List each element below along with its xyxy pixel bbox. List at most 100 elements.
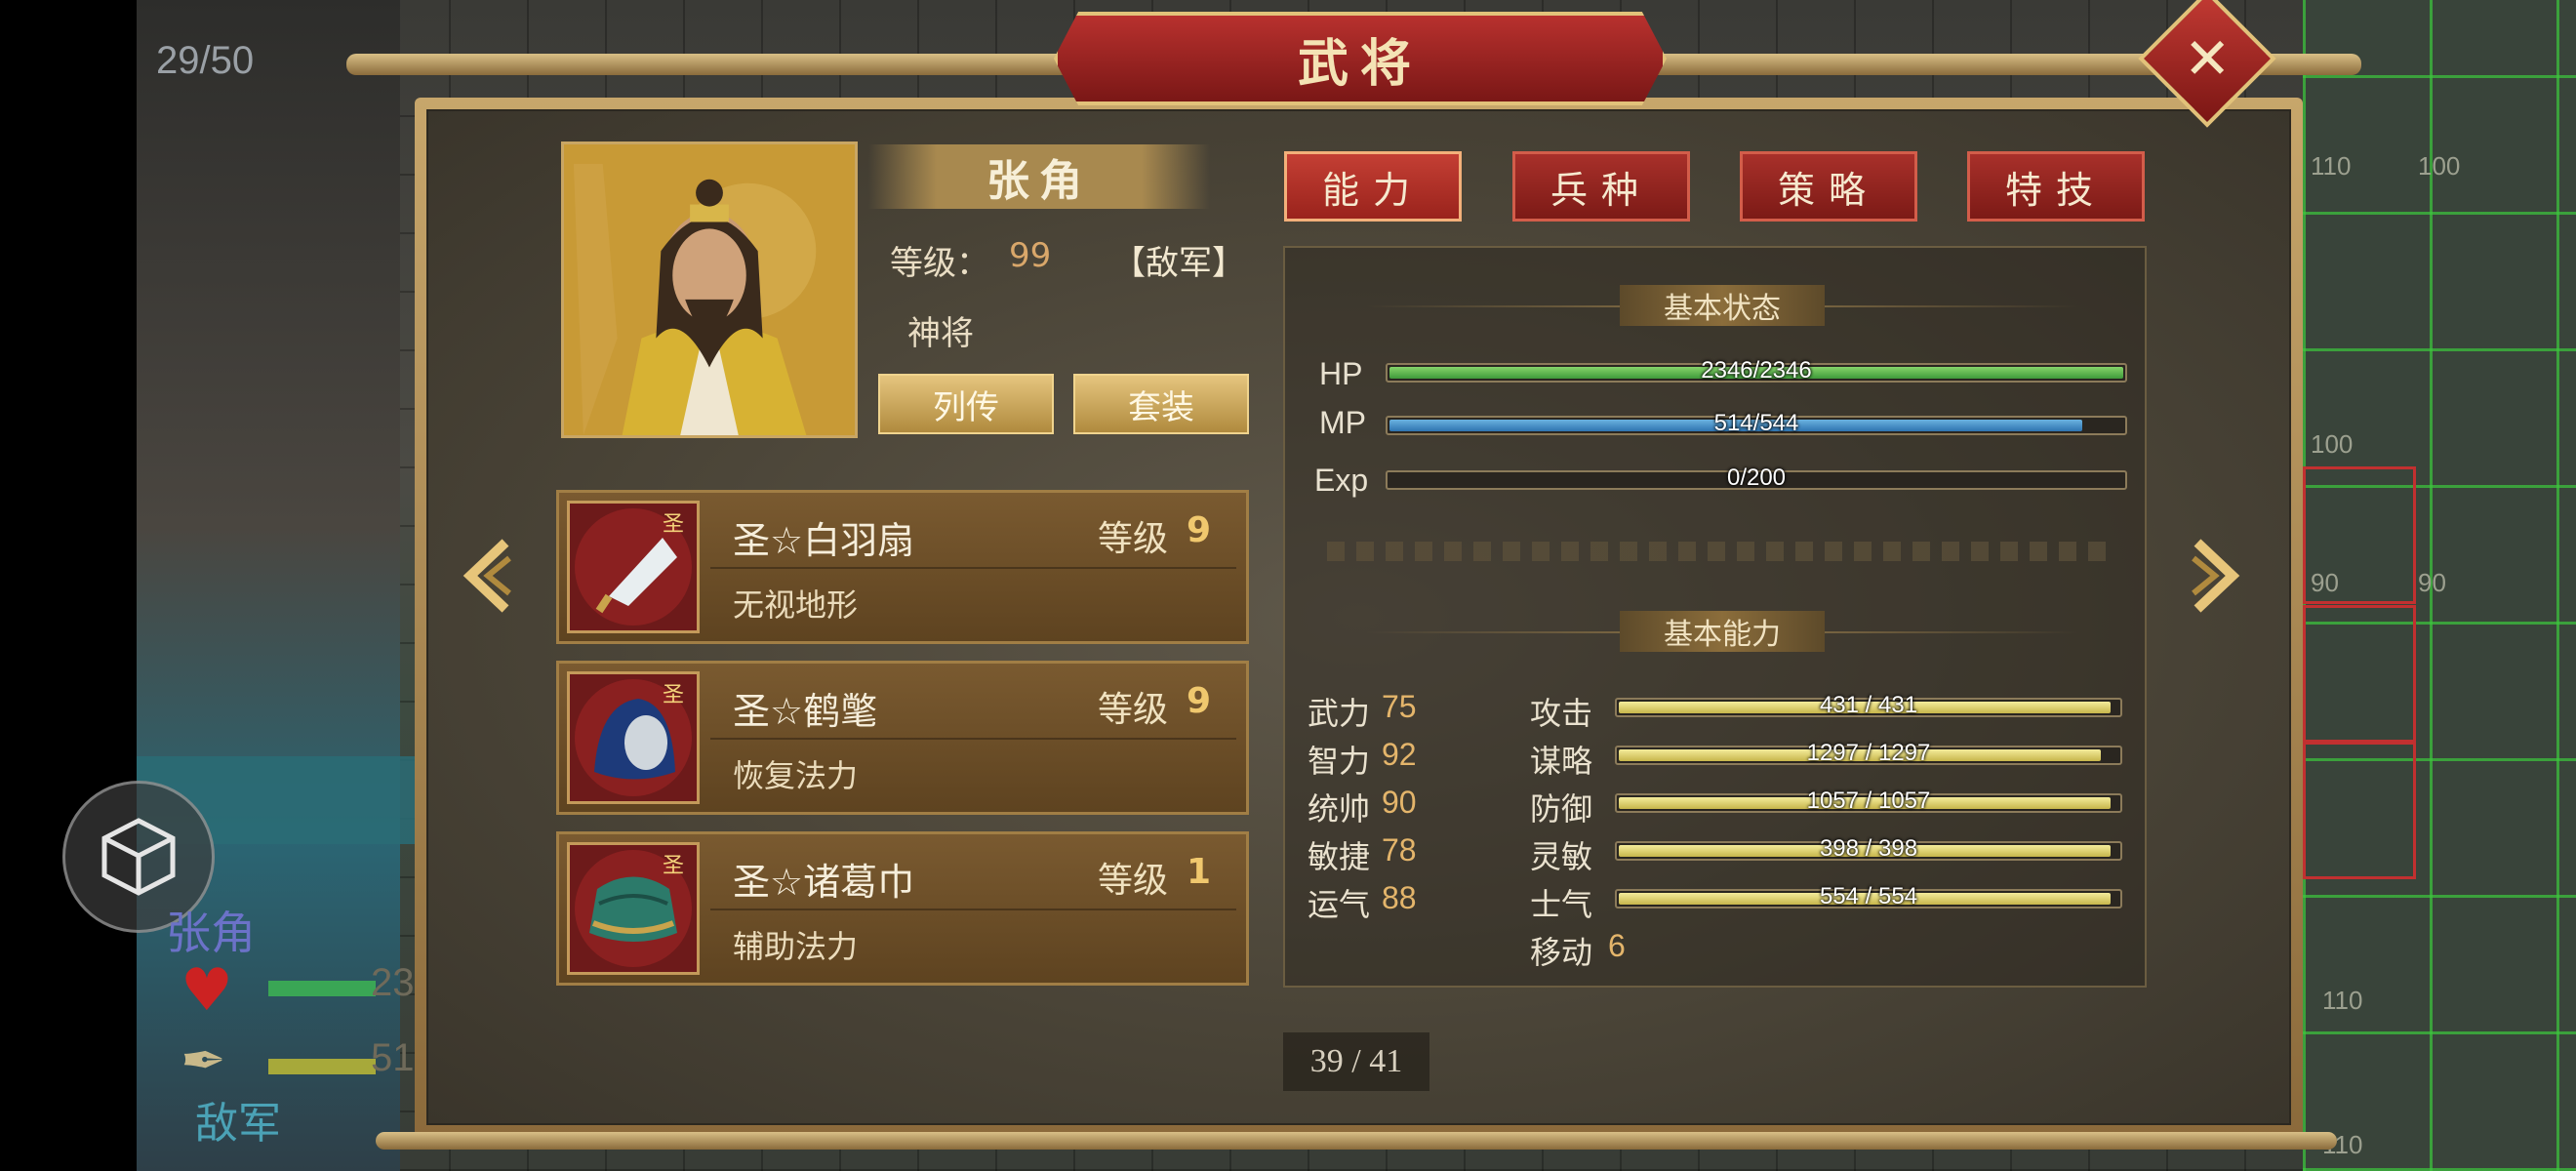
divider <box>710 909 1236 910</box>
grid-number: 100 <box>2311 429 2354 459</box>
equipment-card[interactable]: 圣 圣☆鹤氅 等级 9 恢复法力 <box>556 661 1249 815</box>
hp-value: 2346/2346 <box>1701 357 1812 384</box>
attribute-value: 88 <box>1382 880 1417 915</box>
equipment-effect: 恢复法力 <box>733 757 859 794</box>
biography-button[interactable]: 列传 <box>878 374 1054 434</box>
dialog-title: 武将 <box>1297 33 1423 94</box>
attribute-value: 78 <box>1382 832 1417 868</box>
grid-number: 90 <box>2311 568 2339 597</box>
attack-range-cell <box>2303 742 2416 879</box>
general-name: 张角 <box>986 156 1092 206</box>
unit-name-label: 张角 <box>166 907 256 959</box>
stat-name: 谋略 <box>1530 743 1593 780</box>
defense-value: 1057 / 1057 <box>1806 787 1931 814</box>
equipment-card[interactable]: 圣 圣☆诸葛巾 等级 1 辅助法力 <box>556 831 1249 986</box>
stat-name: 灵敏 <box>1530 838 1593 875</box>
bottom-rail <box>376 1132 2337 1150</box>
mp-label: MP <box>1319 405 1366 440</box>
equipment-card[interactable]: 圣 圣☆白羽扇 等级 9 无视地形 <box>556 490 1249 644</box>
unit-hp-partial: 23 <box>371 961 415 1004</box>
attribute-name: 运气 <box>1308 886 1371 923</box>
tab-strategy[interactable]: 策略 <box>1740 151 1917 222</box>
page-indicator: 39 / 41 <box>1283 1032 1429 1091</box>
portrait-image <box>564 144 855 435</box>
equipment-name: 圣☆白羽扇 <box>733 519 915 562</box>
grid-number: 110 <box>2311 151 2352 181</box>
grid-number: 100 <box>2418 151 2461 181</box>
svg-text:圣: 圣 <box>663 512 684 537</box>
equipment-effect: 辅助法力 <box>733 928 859 965</box>
rank-label: 神将 <box>907 314 974 353</box>
crane-cloak-icon: 圣 <box>567 671 700 804</box>
strategy-bar: 1297 / 1297 <box>1615 740 2122 766</box>
stat-name: 防御 <box>1530 790 1593 828</box>
divider <box>710 567 1236 569</box>
cube-icon <box>101 818 176 896</box>
move-label: 移动 <box>1530 934 1593 971</box>
unit-hp-mini-bar <box>268 981 376 996</box>
chevron-right-icon <box>2192 539 2240 613</box>
mp-bar: 514/544 <box>1386 410 2127 436</box>
level-label: 等级： <box>890 244 989 283</box>
morale-bar: 554 / 554 <box>1615 883 2122 909</box>
morale-value: 554 / 554 <box>1819 883 1918 909</box>
agility-value: 398 / 398 <box>1819 835 1918 862</box>
feather-fan-icon: 圣 <box>567 501 700 633</box>
stat-name: 士气 <box>1530 886 1593 923</box>
attack-bar: 431 / 431 <box>1615 692 2122 718</box>
attribute-value: 90 <box>1382 785 1417 820</box>
equipment-effect: 无视地形 <box>733 586 859 624</box>
chevron-left-icon <box>463 539 511 613</box>
equipment-set-button[interactable]: 套装 <box>1073 374 1249 434</box>
stat-name: 攻击 <box>1530 695 1593 732</box>
unit-mp-partial: 51 <box>371 1036 415 1079</box>
hp-bar: 2346/2346 <box>1386 357 2127 384</box>
decorative-border <box>1327 542 2117 561</box>
dialog-title-plate: 武将 <box>1054 12 1667 105</box>
previous-general-button[interactable] <box>459 537 517 615</box>
attribute-value: 75 <box>1382 689 1417 724</box>
agility-bar: 398 / 398 <box>1615 835 2122 862</box>
exp-label: Exp <box>1314 463 1369 498</box>
mp-value: 514/544 <box>1713 410 1799 436</box>
basic-ability-title: 基本能力 <box>1620 611 1825 652</box>
strategy-value: 1297 / 1297 <box>1806 740 1931 766</box>
attribute-name: 统帅 <box>1308 790 1371 828</box>
grid-number: 90 <box>2418 568 2446 597</box>
faction-label: 【敌军】 <box>1112 244 1245 283</box>
equipment-level-value: 9 <box>1186 510 1211 550</box>
move-value: 6 <box>1608 928 1626 963</box>
equipment-level-value: 1 <box>1186 852 1211 892</box>
basic-status-title: 基本状态 <box>1620 285 1825 326</box>
tab-ability[interactable]: 能力 <box>1284 151 1462 222</box>
svg-text:圣: 圣 <box>663 854 684 878</box>
tab-special-skill[interactable]: 特技 <box>1967 151 2145 222</box>
attribute-name: 敏捷 <box>1308 838 1371 875</box>
equipment-name: 圣☆诸葛巾 <box>733 861 915 904</box>
exp-bar: 0/200 <box>1386 464 2127 491</box>
turn-counter: 29/50 <box>156 39 255 82</box>
attack-range-cell <box>2303 605 2416 743</box>
hp-label: HP <box>1319 356 1363 391</box>
level-value: 99 <box>1009 236 1052 275</box>
equipment-level-value: 9 <box>1186 681 1211 721</box>
tab-troop-type[interactable]: 兵种 <box>1512 151 1690 222</box>
attribute-name: 智力 <box>1308 743 1371 780</box>
equipment-level-label: 等级 <box>1097 519 1168 559</box>
zhuge-hat-icon: 圣 <box>567 842 700 975</box>
unit-side-label: 敌军 <box>195 1099 281 1149</box>
exp-value: 0/200 <box>1726 464 1787 491</box>
grid-number: 110 <box>2322 986 2363 1015</box>
general-name-plate: 张角 <box>868 144 1210 209</box>
attribute-value: 92 <box>1382 737 1417 772</box>
svg-text:圣: 圣 <box>663 683 684 707</box>
equipment-level-label: 等级 <box>1097 861 1168 901</box>
unit-mp-mini-bar <box>268 1059 376 1074</box>
equipment-name: 圣☆鹤氅 <box>733 690 878 733</box>
defense-bar: 1057 / 1057 <box>1615 787 2122 814</box>
divider <box>710 738 1236 740</box>
heart-icon: ♥ <box>181 956 233 1025</box>
equipment-level-label: 等级 <box>1097 690 1168 730</box>
close-icon: ✕ <box>2183 24 2232 92</box>
next-general-button[interactable] <box>2186 537 2244 615</box>
